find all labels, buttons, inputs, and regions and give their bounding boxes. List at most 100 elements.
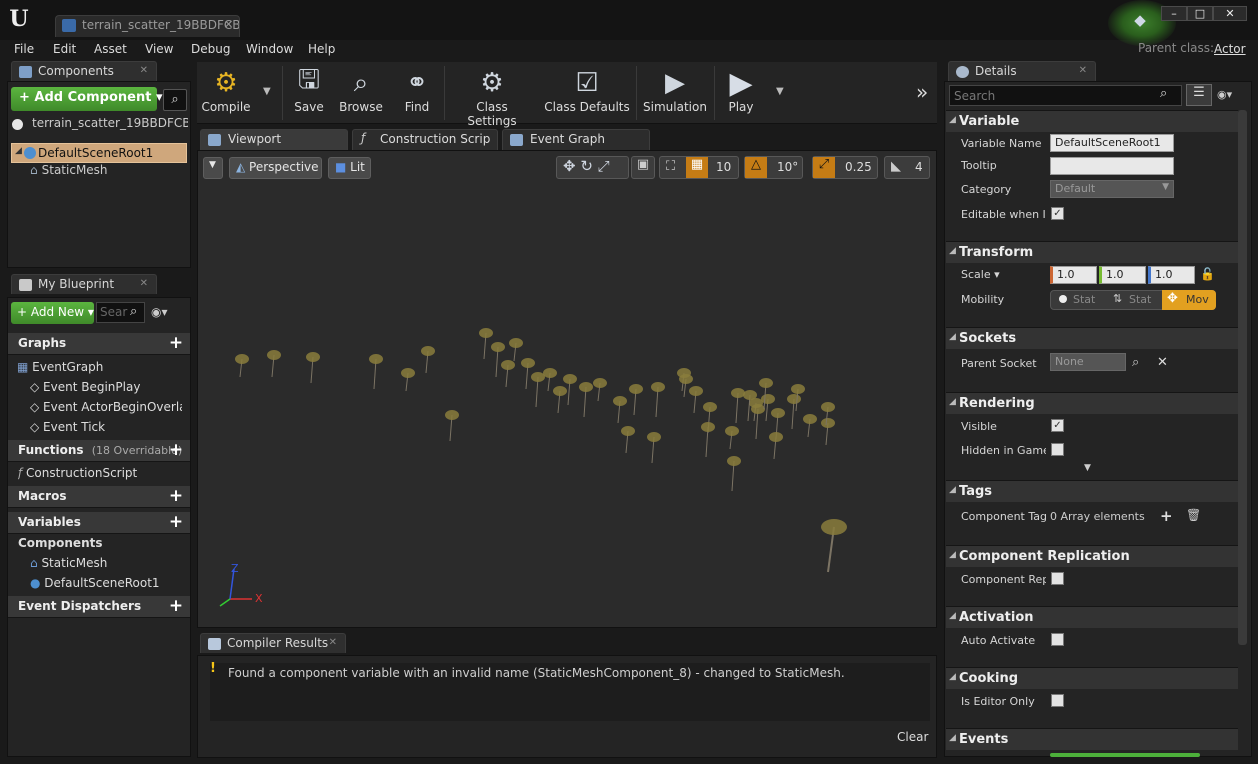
scale-y-field[interactable]: 1.0 [1099, 266, 1146, 284]
rotation-snap-icon[interactable]: △ [745, 157, 767, 178]
variable-name-field[interactable]: DefaultSceneRoot1 [1050, 134, 1174, 152]
component-replicates-checkbox[interactable] [1051, 572, 1064, 585]
browse-button[interactable]: ⌕ Browse [336, 64, 386, 122]
tab-construction-script[interactable]: ƒ Construction Scrip [352, 129, 498, 150]
clear-x-icon[interactable]: ✕ [1157, 355, 1168, 370]
compiler-results-tab[interactable]: Compiler Results ✕ [200, 633, 346, 653]
section-event-dispatchers[interactable]: Event Dispatchers + [8, 596, 190, 618]
scale-z-field[interactable]: 1.0 [1148, 266, 1195, 284]
editable-checkbox[interactable]: ✓ [1051, 207, 1064, 220]
event-add-button[interactable] [1050, 753, 1200, 757]
is-editor-only-checkbox[interactable] [1051, 694, 1064, 707]
category-variable[interactable]: ◢ Variable [946, 110, 1238, 132]
menu-debug[interactable]: Debug [191, 42, 230, 56]
components-category[interactable]: Components [18, 536, 103, 550]
section-macros[interactable]: Macros + [8, 486, 190, 508]
surface-snap-icon[interactable]: ⛶ [666, 159, 675, 174]
mobility-movable[interactable]: ✥ Mov [1162, 290, 1216, 310]
tab-event-graph[interactable]: Event Graph [502, 129, 650, 150]
category-events[interactable]: ◢ Events [946, 728, 1238, 750]
search-icon[interactable]: ⌕ [163, 89, 187, 111]
add-element-plus-icon[interactable]: + [1160, 507, 1173, 525]
category-transform[interactable]: ◢ Transform [946, 241, 1238, 263]
var-default-scene-root[interactable]: ● DefaultSceneRoot1 [30, 576, 160, 590]
lock-icon[interactable]: 🔓 [1200, 267, 1215, 281]
perspective-button[interactable]: ◭ Perspective [229, 157, 322, 179]
grid-snap-icon[interactable]: ▦ [686, 157, 708, 178]
construction-script-item[interactable]: ƒ ConstructionScript [18, 466, 137, 480]
category-rendering[interactable]: ◢ Rendering [946, 392, 1238, 414]
section-graphs[interactable]: Graphs + [8, 333, 190, 355]
mobility-static[interactable]: Stat [1051, 291, 1106, 309]
transform-tools[interactable]: ✥ ↻ ⤢ [556, 156, 629, 179]
class-defaults-button[interactable]: ☑ Class Defaults [544, 64, 630, 122]
lit-mode-button[interactable]: ■ Lit [328, 157, 371, 179]
add-macro-plus-icon[interactable]: + [168, 488, 184, 505]
property-matrix-icon[interactable]: ☰ [1186, 84, 1212, 106]
menu-edit[interactable]: Edit [53, 42, 76, 56]
find-button[interactable]: ⚭ Find [394, 64, 440, 122]
menu-view[interactable]: View [145, 42, 173, 56]
add-variable-plus-icon[interactable]: + [168, 514, 184, 531]
category-tags[interactable]: ◢ Tags [946, 480, 1238, 502]
class-settings-button[interactable]: ⚙ Class Settings [450, 64, 534, 128]
add-component-button[interactable]: + Add Component ▾ [11, 87, 162, 111]
world-local-icon[interactable]: ▣ [631, 156, 655, 179]
tab-viewport[interactable]: Viewport [200, 129, 348, 150]
camera-speed-control[interactable]: ◣ 4 [884, 156, 930, 179]
category-dropdown[interactable]: Default ▼ [1050, 180, 1174, 198]
category-cooking[interactable]: ◢ Cooking [946, 667, 1238, 689]
camera-speed-value[interactable]: 4 [915, 160, 923, 174]
scale-snap-icon[interactable]: ⤢ [813, 157, 835, 178]
hidden-in-game-checkbox[interactable] [1051, 443, 1064, 456]
close-icon[interactable]: ✕ [1079, 65, 1087, 76]
scale-x-field[interactable]: 1.0 [1050, 266, 1097, 284]
event-begin-play[interactable]: ◇ Event BeginPlay [30, 380, 140, 394]
actor-root-row[interactable]: terrain_scatter_19BBDFCB(se [12, 116, 188, 134]
event-graph-item[interactable]: ▦ EventGraph [17, 360, 103, 374]
close-icon[interactable]: ✕ [140, 278, 148, 289]
visible-checkbox[interactable]: ✓ [1051, 419, 1064, 432]
menu-asset[interactable]: Asset [94, 42, 127, 56]
close-window-button[interactable]: ✕ [1213, 6, 1247, 21]
parent-class-link[interactable]: Actor [1214, 42, 1246, 56]
components-tab[interactable]: Components ✕ [11, 61, 157, 81]
event-actor-begin-overlap[interactable]: ◇ Event ActorBeginOverla [30, 400, 182, 414]
scale-label[interactable]: Scale ▾ [961, 268, 1046, 281]
section-variables[interactable]: Variables + [8, 512, 190, 534]
compile-options-dropdown-icon[interactable]: ▼ [263, 86, 271, 97]
search-input[interactable]: Sear [96, 302, 145, 323]
var-static-mesh[interactable]: ⌂ StaticMesh [30, 556, 107, 570]
component-default-scene-root[interactable]: ◢ DefaultSceneRoot1 [11, 143, 187, 163]
grid-snap-control[interactable]: ⛶ ▦ 10 [659, 156, 739, 179]
trash-icon[interactable]: 🗑 [1186, 508, 1201, 522]
eye-view-options-icon[interactable]: ◉▾ [151, 305, 168, 319]
my-blueprint-tab[interactable]: My Blueprint ✕ [11, 274, 157, 294]
add-function-plus-icon[interactable]: + [168, 442, 184, 459]
details-search-input[interactable]: Search [949, 85, 1182, 106]
menu-file[interactable]: File [14, 42, 34, 56]
menu-window[interactable]: Window [246, 42, 293, 56]
section-functions[interactable]: Functions (18 Overridable) + [8, 440, 190, 462]
clear-button[interactable]: Clear [897, 730, 928, 744]
eye-view-options-icon[interactable]: ◉▾ [1217, 88, 1232, 101]
category-activation[interactable]: ◢ Activation [946, 606, 1238, 628]
expand-toolbar-chevron-icon[interactable]: » [916, 80, 928, 104]
compiler-message[interactable]: Found a component variable with an inval… [228, 666, 930, 680]
category-component-replication[interactable]: ◢ Component Replication [946, 545, 1238, 567]
parent-socket-field[interactable]: None [1050, 353, 1126, 371]
scale-snap-value[interactable]: 0.25 [845, 160, 872, 174]
save-button[interactable]: 🖫 Save [286, 64, 332, 122]
details-tab[interactable]: Details ✕ [948, 61, 1096, 81]
add-dispatcher-plus-icon[interactable]: + [168, 598, 184, 615]
minimize-button[interactable]: – [1161, 6, 1187, 21]
close-icon[interactable]: ✕ [140, 65, 148, 76]
add-new-button[interactable]: + Add New ▾ [11, 302, 94, 324]
collapse-arrow-icon[interactable]: ◢ [15, 146, 22, 156]
category-sockets[interactable]: ◢ Sockets [946, 327, 1238, 349]
rotation-snap-control[interactable]: △ 10° [744, 156, 803, 179]
component-static-mesh[interactable]: ⌂ StaticMesh [30, 163, 108, 177]
simulation-button[interactable]: ▶ Simulation [642, 64, 708, 122]
viewport-options-dropdown[interactable]: ▼ [203, 157, 223, 179]
auto-activate-checkbox[interactable] [1051, 633, 1064, 646]
